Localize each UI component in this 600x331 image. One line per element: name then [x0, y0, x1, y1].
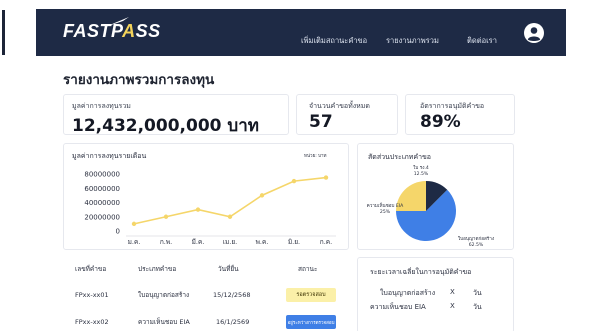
x-tick-label: ม.ค. [128, 238, 141, 246]
timing-label: ใบอนุญาตก่อสร้าง [380, 289, 436, 297]
x-tick-label: เม.ย. [223, 238, 237, 246]
nav-link-status[interactable]: เพิ่มเติมสถานะคำขอ [301, 35, 367, 47]
logo-text-end: SS [135, 21, 161, 41]
y-tick-label: 20000000 [84, 213, 120, 221]
request-type: ใบอนุญาตก่อสร้าง [138, 291, 190, 299]
total-investment-label: มูลค่าการลงทุนรวม [72, 102, 131, 110]
timing-value: X [450, 288, 455, 296]
data-point[interactable] [259, 193, 265, 198]
header-request-type: ประเภทคำขอ [138, 265, 177, 273]
slice-percent: 12.5% [414, 171, 429, 177]
header-submit-date: วันที่ยื่น [218, 265, 239, 273]
request-type-card: สัดส่วนประเภทคำขอ ใบอนุญาตก่อสร้าง 62.5% ค… [357, 143, 514, 250]
status-badge: อยู่ระหว่างการตรวจสอบ [286, 315, 336, 329]
nav-link-contact[interactable]: ติดต่อเรา [467, 35, 497, 47]
y-tick-label: 0 [116, 228, 120, 236]
fastpass-logo[interactable]: FASTPASS [63, 17, 161, 42]
total-requests-label: จำนวนคำขอทั้งหมด [309, 102, 370, 110]
data-point[interactable] [323, 175, 329, 180]
left-panel-edge [0, 0, 30, 331]
timing-label: ความเห็นชอบ EIA [370, 303, 426, 311]
timing-unit: วัน [473, 289, 482, 297]
requests-table-header: เลขที่คำขอ ประเภทคำขอ วันที่ยื่น สถานะ [63, 259, 350, 279]
timing-value: X [450, 302, 455, 310]
status-badge: รอตรวจสอบ [286, 288, 336, 302]
submit-date: 15/12/2568 [213, 291, 251, 299]
data-point[interactable] [163, 214, 169, 219]
data-point[interactable] [131, 221, 137, 227]
approval-rate-label: อัตราการอนุมัติคำขอ [420, 102, 485, 110]
x-tick-label: พ.ค. [256, 238, 269, 246]
x-tick-label: ก.ค. [320, 238, 332, 246]
table-row[interactable]: FPxx-xx01 ใบอนุญาตก่อสร้าง 15/12/2568 รอ… [63, 284, 350, 306]
top-navbar: FASTPASS เพิ่มเติมสถานะคำขอ รายงานภาพรวม… [36, 9, 566, 56]
request-type: ความเห็นชอบ EIA [138, 318, 190, 326]
approval-rate-card: อัตราการอนุมัติคำขอ 89% [405, 94, 515, 135]
total-requests-value: 57 [309, 112, 333, 132]
total-requests-card: จำนวนคำขอทั้งหมด 57 [296, 94, 398, 135]
page-title: รายงานภาพรวมการลงทุน [63, 72, 215, 88]
approval-time-card: ระยะเวลาเฉลี่ยในการอนุมัติคำขอ ใบอนุญาตก… [357, 257, 514, 331]
nav-link-report[interactable]: รายงานภาพรวม [386, 35, 439, 47]
monthly-investment-line-chart: 80000000 60000000 40000000 20000000 0 ม.ค. ก.พ… [84, 171, 336, 246]
data-point[interactable] [195, 207, 201, 212]
header-request-id: เลขที่คำขอ [75, 265, 107, 273]
y-tick-label: 40000000 [84, 199, 120, 207]
submit-date: 16/1/2569 [216, 318, 250, 326]
timing-unit: วัน [473, 303, 482, 311]
slice-percent: 62.5% [469, 242, 484, 248]
monthly-investment-card: มูลค่าการลงทุนรายเดือน หน่วย: บาท 800000… [63, 143, 349, 250]
approval-time-title: ระยะเวลาเฉลี่ยในการอนุมัติคำขอ [370, 268, 472, 276]
slice-label: ใบอนุญาตก่อสร้าง [458, 236, 494, 242]
total-investment-card: มูลค่าการลงทุนรวม 12,432,000,000 บาท [63, 94, 289, 136]
header-status: สถานะ [298, 265, 318, 273]
user-avatar-icon[interactable] [524, 23, 544, 43]
x-tick-label: ก.พ. [160, 238, 172, 246]
request-type-pie-chart: ใบอนุญาตก่อสร้าง62.5%ความเห็นชอบ EIA25%ใ… [367, 165, 494, 248]
y-tick-label: 60000000 [84, 185, 120, 193]
slice-percent: 25% [380, 209, 391, 215]
slice-label: ใบ รง.4 [413, 165, 429, 171]
airplane-icon [105, 17, 129, 27]
approval-rate-value: 89% [420, 112, 461, 132]
request-id: FPxx-xx02 [75, 318, 109, 326]
left-panel-bar [2, 10, 5, 55]
x-tick-label: มี.ค. [192, 238, 205, 246]
request-id: FPxx-xx01 [75, 291, 109, 299]
x-tick-label: มิ.ย. [288, 238, 300, 246]
total-investment-value: 12,432,000,000 บาท [72, 116, 259, 136]
data-point[interactable] [291, 178, 297, 184]
table-row[interactable]: FPxx-xx02 ความเห็นชอบ EIA 16/1/2569 อยู่… [63, 311, 350, 331]
y-tick-label: 80000000 [84, 171, 120, 179]
data-point[interactable] [227, 214, 233, 219]
